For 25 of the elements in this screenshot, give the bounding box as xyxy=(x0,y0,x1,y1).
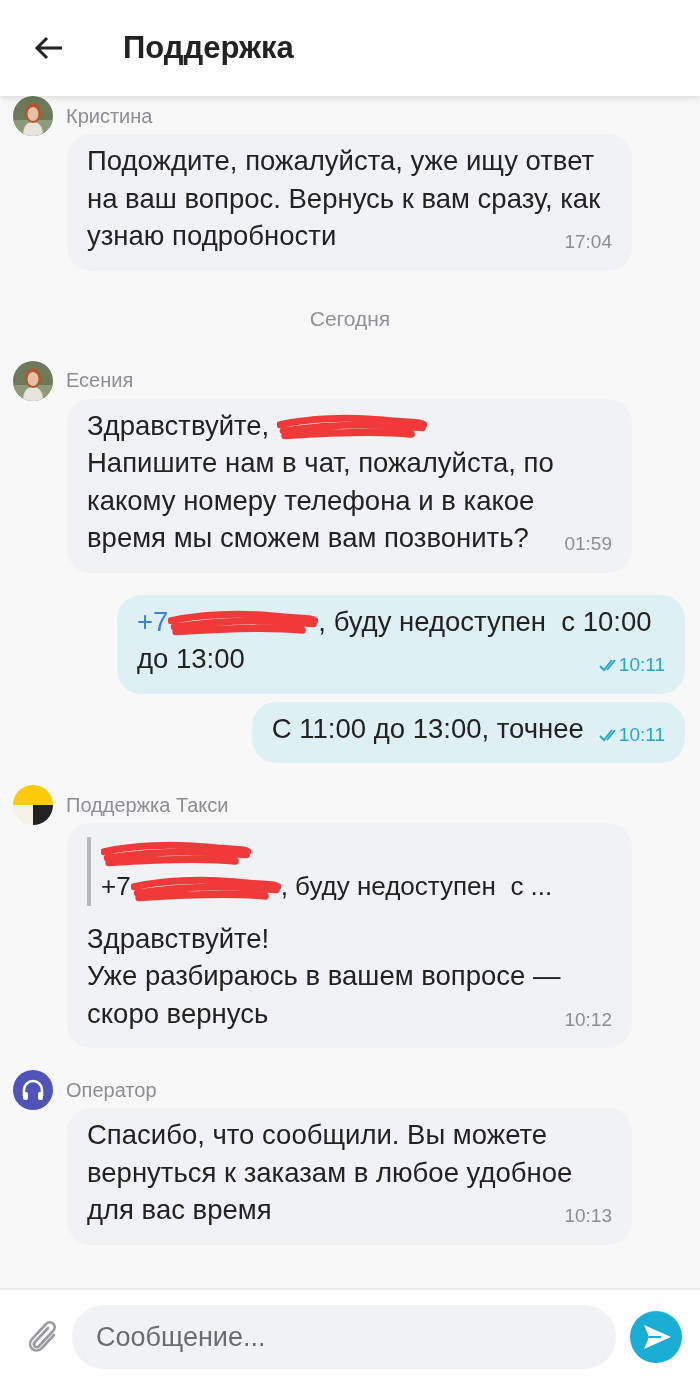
message-time: 17:04 xyxy=(564,230,612,254)
message-input-field[interactable]: Сообщение... xyxy=(72,1305,616,1369)
screen-title: Поддержка xyxy=(123,30,294,66)
message-text: +7 , буду недоступен с 10:00 до 13:00 10:11 xyxy=(137,602,665,684)
message-time: 10:11 xyxy=(618,722,665,747)
author-name: Поддержка Такси xyxy=(66,793,229,817)
quoted-message: +7 , буду недоступен с ... xyxy=(87,837,612,906)
headphones-icon xyxy=(13,1070,53,1111)
back-arrow-icon[interactable] xyxy=(34,36,64,60)
message-text: Здравствуйте! Уже разбираюсь в вашем вопросе — скоро вернусь 10:12 xyxy=(87,919,612,1039)
author-name: Кристина xyxy=(66,104,153,128)
send-button[interactable] xyxy=(630,1311,682,1363)
message-text: Здравствуйте, Напишите нам в чат, пожалуйста, по какому номеру телефона и в какое время мы сможем вам позвонить? 01:59 xyxy=(87,406,612,563)
author-name: Оператор xyxy=(66,1078,157,1102)
phone-link[interactable]: +7 xyxy=(137,605,169,637)
message-time: 10:13 xyxy=(564,1204,612,1229)
message-text: Спасибо, что сообщили. Вы можете вернуться к заказам в любое удобное для вас время 10:13 xyxy=(87,1116,612,1235)
taxi-logo-icon xyxy=(13,785,53,826)
message-time: 10:11 xyxy=(618,653,665,678)
message-time: 10:12 xyxy=(564,1007,612,1032)
author-name: Есения xyxy=(66,369,134,392)
message-time: 01:59 xyxy=(564,532,612,557)
message-text: С 11:00 до 13:00, точнее 10:11 xyxy=(271,709,665,754)
message-text: Подождите, пожалуйста, уже ищу ответ на ваш вопрос. Вернусь к вам сразу, как узнаю подробности 17:04 xyxy=(87,142,612,261)
date-separator: Сегодня xyxy=(309,306,391,331)
